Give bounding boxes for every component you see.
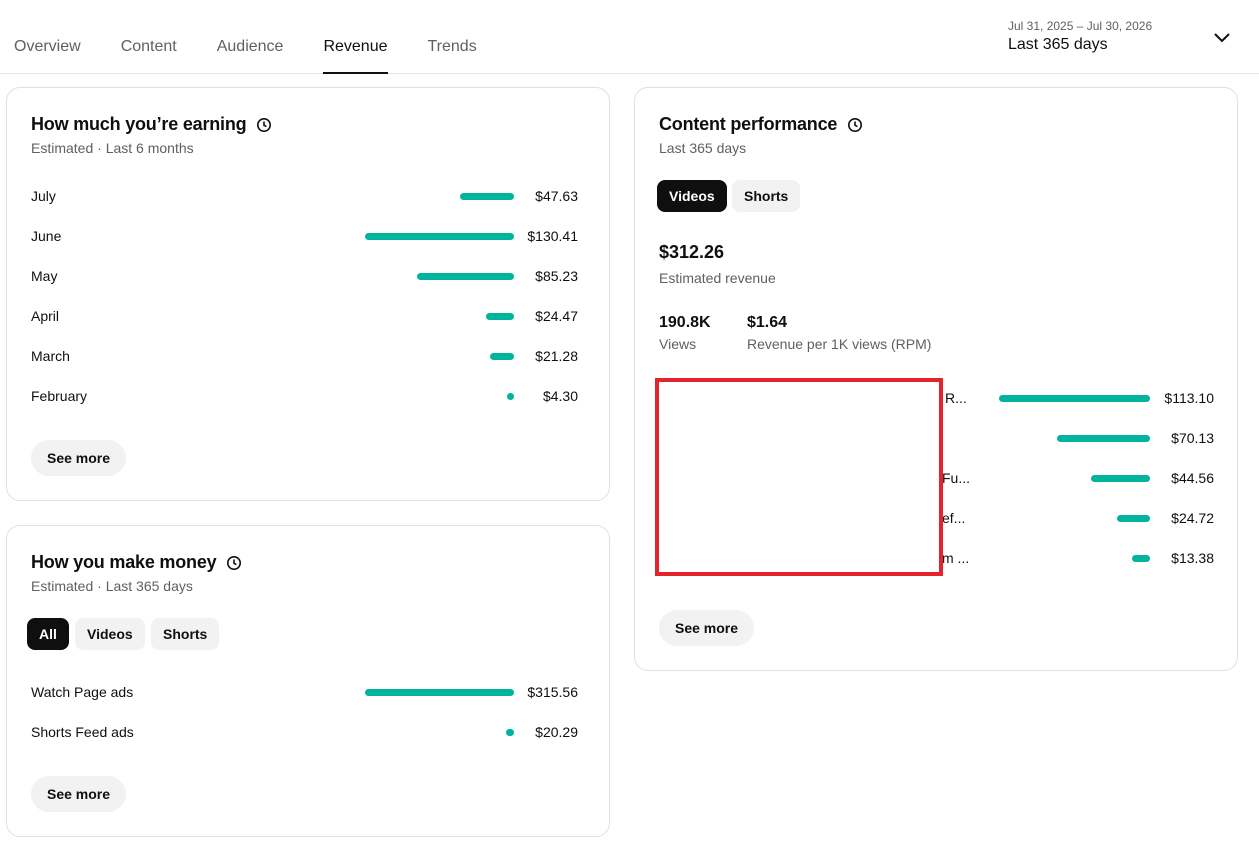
- revenue-source-bar: [365, 689, 514, 696]
- earning-row-bar: [486, 313, 514, 320]
- earning-row-value: $85.23: [535, 268, 578, 284]
- total-revenue-value: $312.26: [659, 242, 725, 262]
- earning-row-bar: [460, 193, 514, 200]
- tab-revenue[interactable]: Revenue: [323, 38, 388, 74]
- content-performance-title: Content performance: [659, 114, 838, 134]
- content-row-value: $24.72: [1171, 510, 1214, 526]
- revenue-source-label: Shorts Feed ads: [31, 724, 134, 740]
- clock-icon[interactable]: [256, 117, 272, 133]
- date-range-text: Jul 31, 2025 – Jul 30, 2026: [1008, 19, 1153, 33]
- redaction-box: [655, 378, 943, 576]
- make-money-card-title-row: How you make money: [31, 552, 242, 573]
- earning-row-value: $24.47: [535, 308, 578, 324]
- filter-chip-videos[interactable]: Videos: [75, 618, 145, 650]
- earning-row: July $47.63: [31, 186, 578, 206]
- earning-card-subtitle: Estimated · Last 6 months: [31, 140, 194, 156]
- revenue-source-row: Shorts Feed ads $20.29: [31, 722, 578, 742]
- content-row-bar: [1091, 475, 1150, 482]
- earning-row-bar: [417, 273, 514, 280]
- content-row-value: $13.38: [1171, 550, 1214, 566]
- tab-trends[interactable]: Trends: [428, 38, 477, 74]
- earning-row: March $21.28: [31, 346, 578, 366]
- earning-row: May $85.23: [31, 266, 578, 286]
- content-row-bar: [1057, 435, 1150, 442]
- earning-row-label: May: [31, 268, 58, 284]
- views-label: Views: [659, 336, 697, 352]
- total-revenue-label: Estimated revenue: [659, 270, 776, 286]
- revenue-source-label: Watch Page ads: [31, 684, 134, 700]
- chevron-down-icon[interactable]: [1212, 30, 1232, 46]
- earning-row-label: February: [31, 388, 88, 404]
- content-row-value: $70.13: [1171, 430, 1214, 446]
- revenue-source-row: Watch Page ads $315.56: [31, 682, 578, 702]
- content-row-title: Fu...: [942, 470, 971, 486]
- clock-icon[interactable]: [847, 117, 863, 133]
- tab-bar: Overview Content Audience Revenue Trends: [14, 38, 517, 74]
- earning-row: February $4.30: [31, 386, 578, 406]
- earning-row: June $130.41: [31, 226, 578, 246]
- earning-row-label: June: [31, 228, 62, 244]
- content-row-title: m ...: [942, 550, 970, 566]
- date-range-selector[interactable]: Jul 31, 2025 – Jul 30, 2026 Last 365 day…: [1008, 18, 1152, 55]
- tab-overview[interactable]: Overview: [14, 38, 81, 74]
- earning-row-value: $21.28: [535, 348, 578, 364]
- earning-row-value: $47.63: [535, 188, 578, 204]
- earning-row-value: $130.41: [527, 228, 578, 244]
- earning-row-bar: [490, 353, 514, 360]
- clock-icon[interactable]: [226, 555, 242, 571]
- content-row-bar: [1117, 515, 1150, 522]
- content-row-title: R...: [945, 390, 967, 406]
- filter-chip-shorts[interactable]: Shorts: [732, 180, 801, 212]
- revenue-source-bar: [506, 729, 514, 736]
- earning-row-label: March: [31, 348, 70, 364]
- analytics-header: Overview Content Audience Revenue Trends…: [0, 0, 1259, 74]
- date-range-label: Last 365 days: [1008, 36, 1108, 53]
- see-more-button[interactable]: See more: [31, 440, 127, 476]
- content-row-bar: [999, 395, 1150, 402]
- rpm-value: $1.64: [747, 314, 788, 331]
- earning-row: April $24.47: [31, 306, 578, 326]
- content-row-bar: [1132, 555, 1150, 562]
- earning-card: How much you’re earning Estimated · Last…: [6, 87, 610, 501]
- earning-row-label: July: [31, 188, 56, 204]
- content-row-value: $44.56: [1171, 470, 1214, 486]
- make-money-card-title: How you make money: [31, 552, 217, 572]
- content-row-title: ef...: [942, 510, 966, 526]
- filter-chip-shorts[interactable]: Shorts: [151, 618, 220, 650]
- make-money-card-subtitle: Estimated · Last 365 days: [31, 578, 193, 594]
- content-performance-subtitle: Last 365 days: [659, 140, 747, 156]
- earning-row-bar: [507, 393, 514, 400]
- filter-chip-all[interactable]: All: [27, 618, 69, 650]
- tab-content[interactable]: Content: [121, 38, 177, 74]
- tab-audience[interactable]: Audience: [217, 38, 284, 74]
- earning-row-bar: [365, 233, 514, 240]
- earning-card-title-row: How much you’re earning: [31, 114, 272, 135]
- make-money-card: How you make money Estimated · Last 365 …: [6, 525, 610, 837]
- see-more-button[interactable]: See more: [659, 610, 755, 646]
- earning-row-label: April: [31, 308, 60, 324]
- rpm-label: Revenue per 1K views (RPM): [747, 336, 932, 352]
- earning-row-value: $4.30: [542, 388, 578, 404]
- content-row-value: $113.10: [1164, 390, 1214, 406]
- content-performance-title-row: Content performance: [659, 114, 863, 135]
- revenue-source-value: $20.29: [535, 724, 578, 740]
- revenue-source-value: $315.56: [527, 684, 578, 700]
- views-value: 190.8K: [659, 314, 711, 331]
- earning-card-title: How much you’re earning: [31, 114, 247, 134]
- see-more-button[interactable]: See more: [31, 776, 127, 812]
- filter-chip-videos[interactable]: Videos: [657, 180, 727, 212]
